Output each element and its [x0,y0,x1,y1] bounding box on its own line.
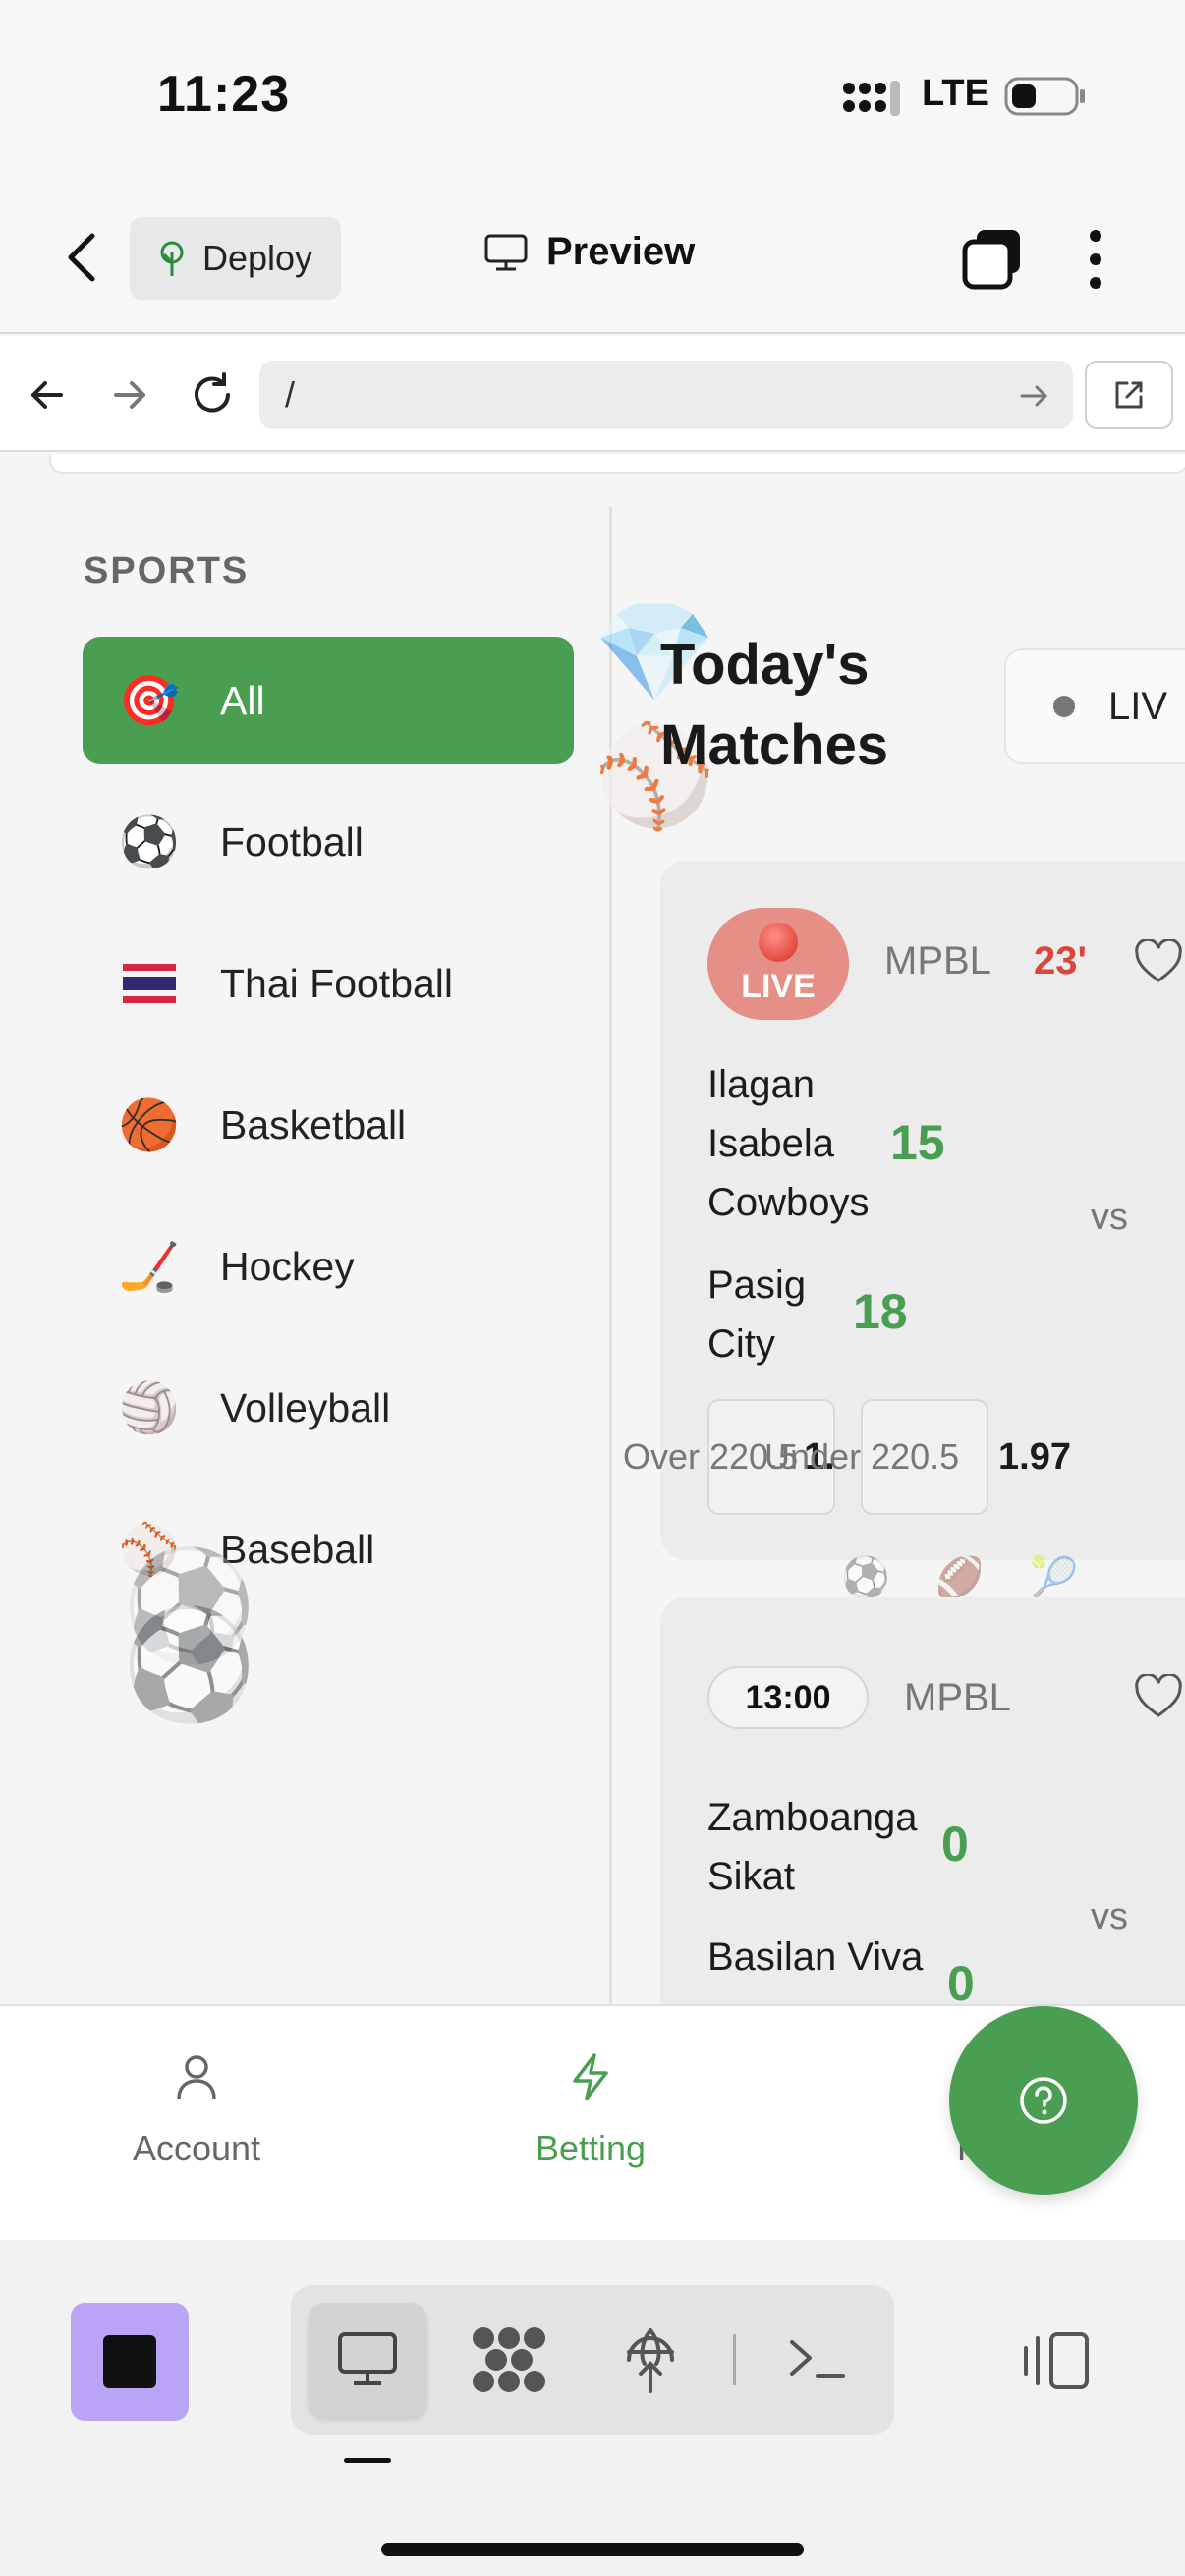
page-title: Today's Matches [660,625,888,786]
live-dot-icon [1053,696,1075,717]
back-icon[interactable] [61,228,100,287]
sidebar-heading: SPORTS [84,550,250,591]
volleyball-icon: 🏐 [118,1379,181,1435]
match-league: MPBL [884,939,991,982]
sport-balls-decoration: ⚽🏈🎾 [841,1556,1124,1599]
match-league: MPBL [904,1676,1011,1719]
record-dot-icon [759,922,798,962]
odds-under-value: 1.97 [998,1436,1071,1478]
sidebar-item-label: Basketball [220,1101,407,1148]
help-icon [1020,2077,1067,2124]
network-label: LTE [922,73,989,114]
help-button[interactable] [949,2006,1138,2195]
sidebar-item-label: Volleyball [220,1384,391,1430]
page-title-line: Matches [660,713,889,777]
browser-forward-icon[interactable] [108,373,151,417]
sidebar-item-label: All [220,677,265,723]
battery-icon [1004,77,1085,116]
home-team-name: Ilagan Isabela Cowboys [707,1055,870,1232]
deploy-label: Deploy [202,238,313,278]
toolbar-preview-button[interactable] [309,2303,426,2417]
nav-account[interactable]: Account [79,2053,314,2169]
sidebar-item-volleyball[interactable]: 🏐 Volleyball [83,1344,574,1472]
match-minute: 23' [1034,939,1088,982]
preview-label: Preview [546,230,696,273]
favorite-heart-icon[interactable] [1134,939,1183,984]
sidebar-item-football[interactable]: ⚽ Football [83,778,574,906]
hockey-icon: 🏒 [118,1238,181,1294]
toolbar-divider [733,2334,736,2385]
sidebar-item-all[interactable]: 🎯 All [83,637,574,764]
top-card-edge [49,454,1185,474]
odds-under-label: Under 220.5 [764,1436,960,1477]
tabs-icon[interactable] [961,228,1024,291]
home-score: 15 [890,1115,945,1170]
page-title-line: Today's [660,633,870,697]
team-name-line: Zamboanga [707,1796,918,1839]
monitor-icon [338,2332,397,2385]
favorite-heart-icon[interactable] [1134,1674,1183,1719]
sidebar-item-thai-football[interactable]: Thai Football [83,920,574,1047]
team-name-line: Cowboys [707,1181,870,1224]
toolbar-agent-button[interactable] [450,2303,568,2417]
live-filter-label: LIV [1108,684,1168,728]
live-badge-label: LIVE [741,967,816,1005]
away-team-name: Pasig City [707,1256,806,1373]
stop-button[interactable] [71,2303,189,2421]
status-time: 11:23 [157,66,291,123]
nav-label: Account [132,2128,261,2168]
team-name-line: Sikat [707,1855,795,1898]
monitor-icon [484,234,528,270]
url-text: / [285,374,296,415]
user-icon [177,2055,216,2100]
away-score: 18 [853,1284,908,1339]
signal-icon [843,81,900,116]
versus-label: vs [1091,1896,1128,1937]
toolbar-shell-button[interactable] [759,2303,876,2417]
thai-flag-shape [123,964,176,1003]
team-name-line: City [707,1322,775,1366]
terminal-icon [790,2340,845,2378]
deploy-button[interactable]: Deploy [130,217,341,300]
away-team-name: Basilan Viva [707,1935,924,1979]
go-arrow-icon[interactable] [1018,379,1051,413]
sidebar-item-label: Hockey [220,1243,355,1289]
more-options-icon[interactable] [1081,228,1110,291]
basketball-icon: 🏀 [118,1096,181,1152]
soccer-ball-icon: ⚽ [118,813,181,869]
agent-cluster-icon [473,2327,545,2392]
sidebar-item-hockey[interactable]: 🏒 Hockey [83,1203,574,1330]
thai-flag-icon [118,952,181,1015]
dart-icon: 🎯 [118,672,181,728]
home-score: 0 [941,1817,969,1872]
home-indicator [381,2543,804,2556]
match-time-badge: 13:00 [707,1666,869,1729]
external-link-icon [1115,381,1143,409]
home-team-name: Zamboanga Sikat [707,1788,917,1906]
team-name-line: Pasig [707,1263,807,1307]
preview-tab[interactable]: Preview [483,230,695,274]
nav-betting[interactable]: Betting [473,2053,708,2169]
browser-back-icon[interactable] [26,373,69,417]
tree-icon [160,241,184,276]
team-name-line: Isabela [707,1122,834,1165]
sidebar-item-label: Football [220,818,364,865]
versus-label: vs [1091,1197,1128,1238]
nav-label: Betting [535,2128,647,2168]
live-badge: LIVE [707,908,849,1020]
sidebar-item-basketball[interactable]: 🏀 Basketball [83,1061,574,1189]
team-name-line: Ilagan [707,1063,815,1106]
live-filter-button[interactable]: LIV [1004,648,1185,764]
active-tab-indicator [344,2458,391,2463]
open-external-button[interactable] [1085,361,1173,429]
globe-upload-icon [627,2328,674,2393]
floating-ball-decoration: ⚽ [122,1604,256,1725]
toolbar-deploy-button[interactable] [592,2303,709,2417]
bolt-icon [573,2053,608,2100]
sidebar-item-label: Thai Football [220,960,454,1006]
url-input[interactable]: / [259,361,1073,429]
split-panel-icon[interactable] [1018,2328,1093,2393]
reload-icon[interactable] [189,371,236,419]
stop-icon [103,2335,156,2388]
